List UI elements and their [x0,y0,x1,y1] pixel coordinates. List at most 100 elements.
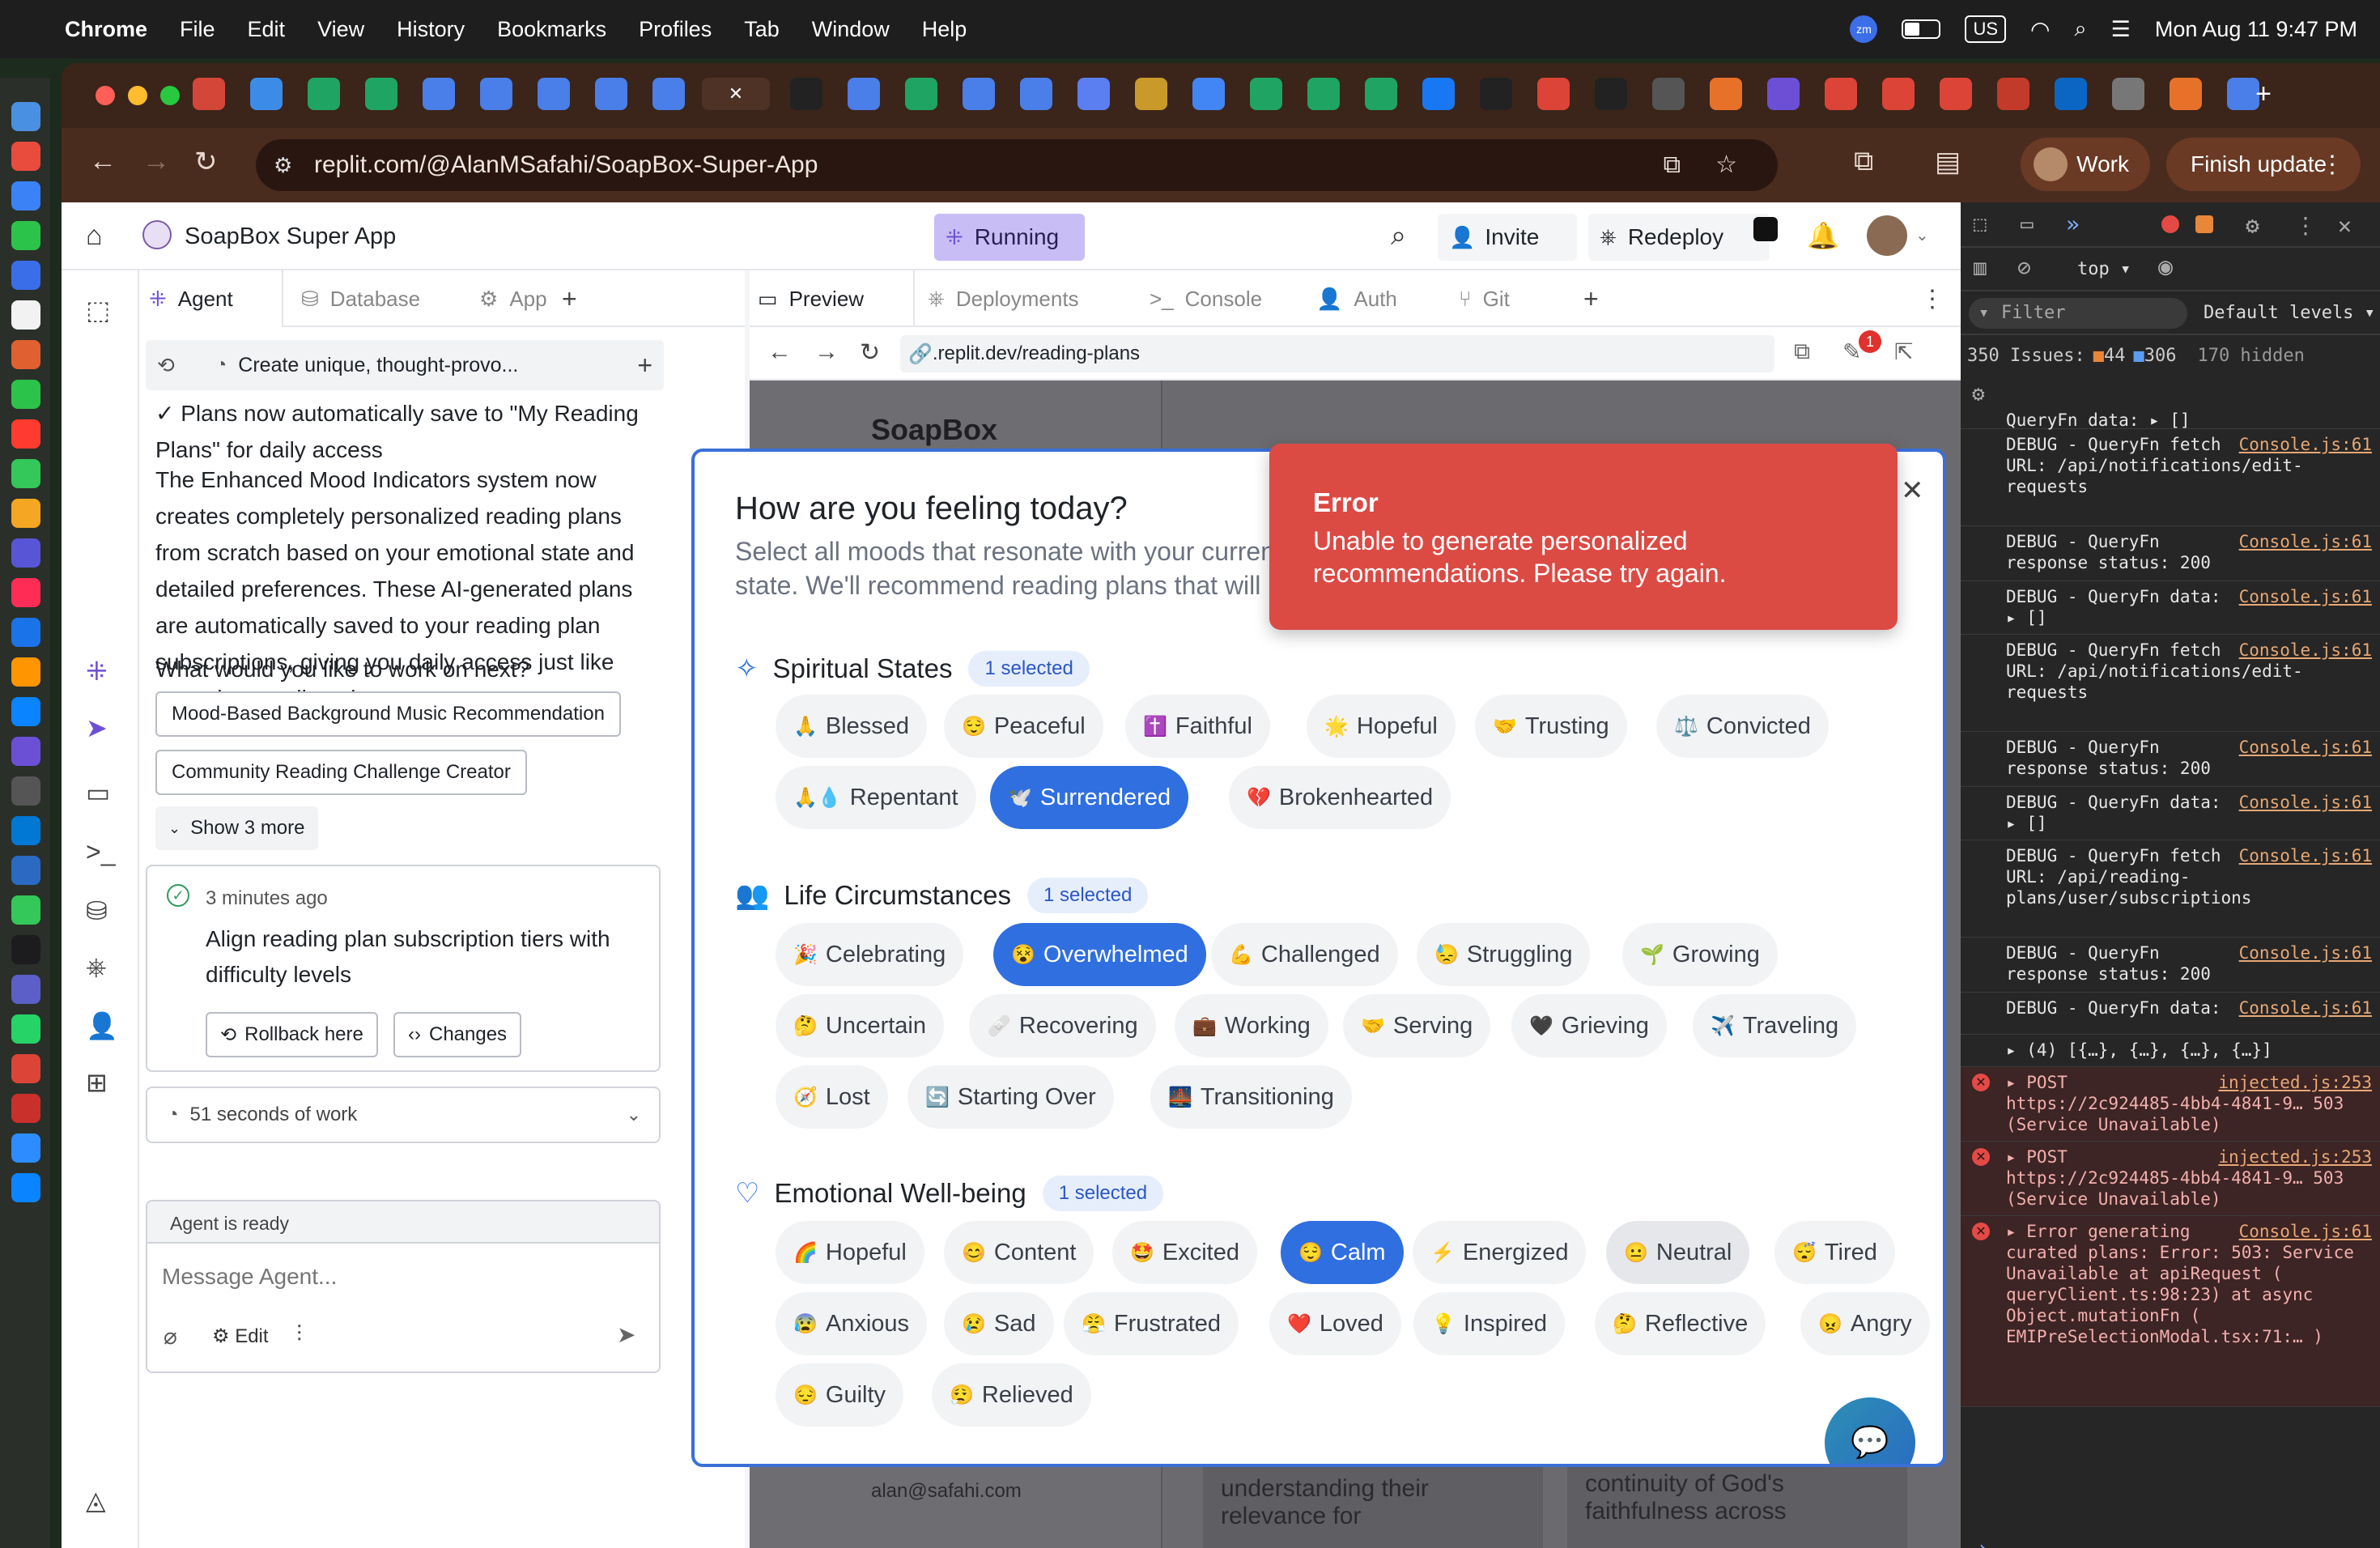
source-link[interactable]: Console.js:61 [2239,737,2372,758]
open-new-window-icon[interactable]: ⇱ [1894,338,1913,365]
console-log-entry[interactable]: Console.js:61 DEBUG - QueryFn data: ▸ [] [1961,787,2380,840]
mood-chip[interactable]: ✝️ Faithful [1125,695,1270,758]
mood-chip[interactable]: 😔 Guilty [776,1363,904,1427]
mood-chip[interactable]: 😰 Anxious [776,1292,928,1355]
browser-tab-favicon[interactable] [1882,78,1915,110]
warning-count-icon[interactable] [2195,215,2213,233]
menubar-app-name[interactable]: Chrome [65,17,147,42]
message-agent-input[interactable] [162,1257,640,1297]
browser-tab-favicon[interactable] [1422,78,1455,110]
close-window-icon[interactable] [96,86,115,105]
console-log-entry[interactable]: Console.js:61 DEBUG - QueryFn fetch URL: … [1961,635,2380,732]
browser-tab-favicon[interactable] [1652,78,1685,110]
mood-chip[interactable]: 🌱 Growing [1622,923,1778,986]
browser-tab-favicon[interactable] [1077,78,1110,110]
console-log-entry[interactable]: Console.js:61 DEBUG - QueryFn data: [1961,993,2380,1035]
console-log-entry[interactable]: Console.js:61 DEBUG - QueryFn fetch URL: … [1961,840,2380,938]
console-error-entry[interactable]: ✕ injected.js:253 ▸ POST https://2c924485-… [1961,1067,2380,1142]
dock-app-icon[interactable] [11,1173,40,1202]
suggestion-chip[interactable]: Community Reading Challenge Creator [155,750,527,795]
new-task-icon[interactable]: + [637,351,652,381]
notifications-bell-icon[interactable]: 🔔 [1807,220,1839,251]
source-link[interactable]: Console.js:61 [2239,792,2372,813]
bookmark-star-icon[interactable]: ☆ [1715,153,1737,177]
console-log-entry[interactable]: Console.js:61 DEBUG - QueryFn response st… [1961,526,2380,581]
search-icon[interactable]: ⌕ [2074,16,2086,42]
clear-console-icon[interactable]: ⊘ [2017,254,2031,281]
browser-tab-favicon[interactable] [963,78,995,110]
browser-tab-favicon[interactable] [1020,78,1052,110]
browser-tab-favicon[interactable] [538,78,570,110]
browser-tab-favicon[interactable] [1940,78,1972,110]
dock-app-icon[interactable] [11,340,40,369]
preview-icon[interactable]: ▭ [86,777,110,808]
profile-button[interactable]: Work [2021,138,2150,191]
dock-app-icon[interactable] [11,380,40,409]
forward-icon[interactable]: → [814,338,839,366]
dock-app-icon[interactable] [11,261,40,290]
mood-chip[interactable]: 😊 Content [944,1221,1094,1284]
suggestion-chip[interactable]: Mood-Based Background Music Recommendati… [155,691,621,737]
source-link[interactable]: Console.js:61 [2239,1221,2372,1242]
mood-chip[interactable]: 😮‍💨 Relieved [932,1363,1091,1427]
sidebar-toggle-icon[interactable]: ▥ [1974,256,1987,280]
source-link[interactable]: Console.js:61 [2239,531,2372,552]
source-link[interactable]: Console.js:61 [2239,942,2372,963]
user-avatar[interactable] [1867,215,1907,256]
console-log-entry[interactable]: QueryFn data: ▸ [] [1961,405,2380,430]
dock-app-icon[interactable] [11,1054,40,1083]
console-log-entry[interactable]: Console.js:61 DEBUG - QueryFn response st… [1961,732,2380,787]
extensions-icon[interactable]: ⧉ [1854,146,1873,177]
mood-chip[interactable]: 🔄 Starting Over [907,1065,1114,1129]
preview-url-field[interactable]: 🔗 .replit.dev/reading-plans [900,335,1774,372]
menubar-item[interactable]: Window [812,17,890,42]
browser-tab-favicon[interactable] [1365,78,1397,110]
menubar-item[interactable]: Help [922,17,967,42]
console-prompt-icon[interactable]: › [1977,1537,1988,1548]
dock-app-icon[interactable] [11,142,40,171]
settings-sliders-icon[interactable]: ⫶ [296,1321,302,1348]
add-tab-icon[interactable]: + [562,270,577,327]
deploy-status-icon[interactable] [1753,217,1778,241]
deployments-icon[interactable]: ⎈ [86,952,107,983]
mood-chip[interactable]: 😤 Frustrated [1064,1292,1239,1355]
dock-app-icon[interactable] [11,578,40,607]
dock-app-icon[interactable] [11,975,40,1004]
dock-app-icon[interactable] [11,776,40,806]
browser-tab-favicon[interactable] [308,78,340,110]
work-duration-row[interactable]: ◔ 51 seconds of work ⌄ [146,1087,661,1143]
mood-chip[interactable]: 🤩 Excited [1112,1221,1257,1284]
dock-app-icon[interactable] [11,935,40,964]
browser-tab-favicon[interactable] [1192,78,1225,110]
close-icon[interactable]: ✕ [1901,474,1924,507]
browser-tab-favicon[interactable] [480,78,512,110]
console-error-entry[interactable]: ✕ injected.js:253 ▸ POST https://2c924485-… [1961,1142,2380,1216]
attach-icon[interactable]: ⌀ [164,1323,177,1350]
dock-app-icon[interactable] [11,1133,40,1163]
mood-chip[interactable]: ✈️ Traveling [1693,994,1857,1057]
wifi-icon[interactable]: ◠ [2030,16,2050,43]
chevron-down-icon[interactable]: ⌄ [627,1104,641,1125]
mood-chip[interactable]: 🕊️ Surrendered [990,766,1189,829]
control-center-icon[interactable]: ☰ [2111,17,2131,42]
console-settings-icon[interactable]: ⚙ [1972,382,1985,406]
eye-icon[interactable]: ◉ [2158,253,2173,281]
mood-chip[interactable]: 🤝 Serving [1343,994,1491,1057]
console-log-entry[interactable]: Console.js:61 DEBUG - QueryFn fetch URL: … [1961,429,2380,526]
mood-chip[interactable]: ❤️ Loved [1269,1292,1401,1355]
dock-app-icon[interactable] [11,499,40,528]
task-bar[interactable]: ⟲ ◔ Create unique, thought-provo... + [146,340,664,390]
console-log-entry[interactable]: Console.js:61 DEBUG - QueryFn data: ▸ [] [1961,581,2380,635]
dock-app-icon[interactable] [11,300,40,330]
dock-app-icon[interactable] [11,856,40,885]
dock-app-icon[interactable] [11,895,40,925]
finish-update-button[interactable]: Finish update ⋮ [2166,138,2361,191]
settings-gear-icon[interactable]: ⚙ [2246,212,2259,239]
dock-app-icon[interactable] [11,181,40,211]
mood-chip[interactable]: 🙏 Blessed [776,695,928,758]
inspect-icon[interactable]: ⬚ [1974,212,1987,236]
project-name[interactable]: SoapBox Super App [185,223,396,250]
history-icon[interactable]: ⟲ [157,353,175,378]
browser-tab-favicon[interactable] [2112,78,2144,110]
dock-app-icon[interactable] [11,737,40,766]
